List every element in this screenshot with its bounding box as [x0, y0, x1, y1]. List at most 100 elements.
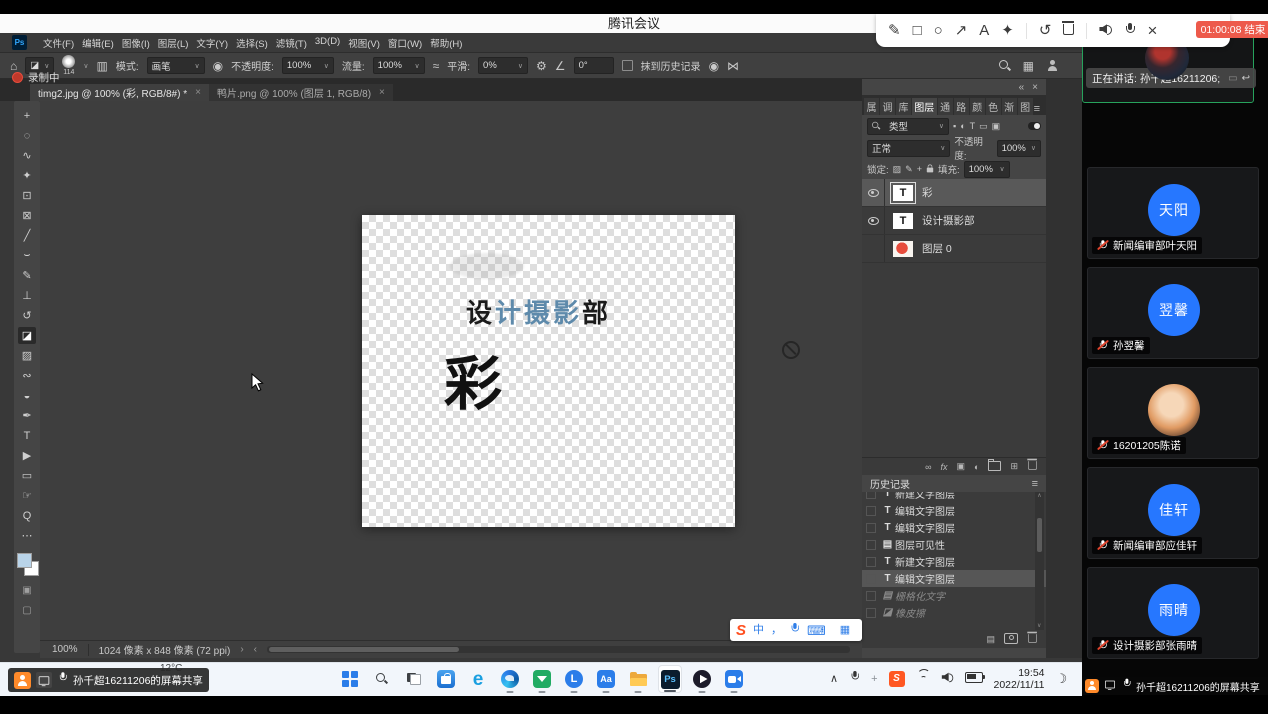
- history-item[interactable]: ▤ 图层可见性: [862, 536, 1046, 553]
- panel-tab[interactable]: 路: [954, 98, 969, 115]
- scroll-right-arrow[interactable]: ›: [240, 644, 243, 655]
- microsoft-store-icon[interactable]: [434, 665, 458, 693]
- history-brush-tool[interactable]: ↺: [18, 307, 36, 324]
- mail-app-icon[interactable]: [530, 665, 554, 693]
- opacity-select[interactable]: 100% ∨: [282, 57, 334, 74]
- mode-select[interactable]: 画笔 ∨: [147, 57, 205, 74]
- document-tab[interactable]: timg2.jpg @ 100% (彩, RGB/8#) * ×: [30, 84, 209, 101]
- new-group-icon[interactable]: [988, 461, 1001, 473]
- scrollbar-thumb[interactable]: [269, 647, 459, 652]
- volume-icon[interactable]: [941, 670, 954, 688]
- scroll-up-icon[interactable]: ∧: [1037, 493, 1041, 499]
- eraser-tool[interactable]: ◪: [18, 327, 36, 344]
- undo-icon[interactable]: ↺: [1039, 23, 1052, 38]
- filter-pixel-icon[interactable]: ▪: [953, 121, 956, 131]
- marquee-tool[interactable]: ◌: [18, 127, 36, 144]
- eyedropper-tool[interactable]: ╱: [18, 227, 36, 244]
- history-source-checkbox[interactable]: [866, 506, 876, 516]
- tray-mic-icon[interactable]: [849, 670, 860, 688]
- menu-item[interactable]: 3D(D): [311, 36, 344, 50]
- layer-visibility-toggle[interactable]: [862, 179, 885, 206]
- layer-visibility-toggle[interactable]: [862, 207, 885, 234]
- toggle-brush-panel-icon[interactable]: ▥: [96, 59, 107, 73]
- foreground-color-swatch[interactable]: [17, 553, 32, 568]
- lock-all-icon[interactable]: [926, 163, 934, 175]
- sogou-logo-icon[interactable]: S: [736, 622, 746, 639]
- close-annotation-icon[interactable]: ×: [1147, 22, 1157, 39]
- menu-item[interactable]: 编辑(E): [78, 36, 118, 50]
- flow-select[interactable]: 100% ∨: [373, 57, 425, 74]
- participant-tile[interactable]: 雨晴 设计摄影部张雨晴: [1087, 567, 1259, 659]
- chinese-mode-icon[interactable]: 中: [753, 625, 764, 636]
- history-source-checkbox[interactable]: [866, 540, 876, 550]
- pressure-opacity-icon[interactable]: ◉: [213, 59, 223, 73]
- frame-tool[interactable]: ⊠: [18, 207, 36, 224]
- dodge-tool[interactable]: ◒: [18, 387, 36, 404]
- color-swatches[interactable]: [17, 553, 37, 579]
- lock-position-icon[interactable]: +: [917, 164, 922, 174]
- rectangle-tool[interactable]: ▭: [18, 467, 36, 484]
- history-item[interactable]: ◪ 橡皮擦: [862, 604, 1046, 621]
- lenovo-browser-icon[interactable]: L: [562, 665, 586, 693]
- menu-item[interactable]: 图像(I): [118, 36, 154, 50]
- media-player-icon[interactable]: [690, 665, 714, 693]
- tab-close-icon[interactable]: ×: [379, 87, 385, 98]
- layer-thumbnail[interactable]: T: [893, 185, 913, 201]
- workspace-layout-icon[interactable]: ▦: [1023, 59, 1034, 73]
- airbrush-icon[interactable]: ≈: [433, 59, 440, 73]
- path-select-tool[interactable]: ▶: [18, 447, 36, 464]
- panel-tab[interactable]: 渐: [1002, 98, 1017, 115]
- document-tab[interactable]: 鸭片.png @ 100% (图层 1, RGB/8) ×: [209, 84, 393, 101]
- layer-row[interactable]: T 彩: [862, 179, 1046, 207]
- battery-icon[interactable]: [965, 670, 983, 688]
- smoothing-select[interactable]: 0% ∨: [478, 57, 528, 74]
- history-item[interactable]: T 新建文字图层: [862, 492, 1046, 502]
- hand-tool[interactable]: ☞: [18, 487, 36, 504]
- filter-type-icon[interactable]: T: [970, 121, 976, 131]
- new-snapshot-camera-icon[interactable]: [1004, 633, 1018, 646]
- scrollbar-thumb[interactable]: [1037, 518, 1042, 552]
- menu-item[interactable]: 窗口(W): [384, 36, 426, 50]
- lock-pixels-icon[interactable]: ✎: [905, 164, 913, 175]
- adjustment-layer-icon[interactable]: ◐: [974, 462, 979, 472]
- close-panel-icon[interactable]: ×: [1032, 82, 1038, 93]
- zoom-level[interactable]: 100%: [52, 644, 78, 655]
- lock-transparency-icon[interactable]: ▨: [893, 164, 902, 175]
- gradient-tool[interactable]: ▨: [18, 347, 36, 364]
- panel-tab[interactable]: 色: [986, 98, 1001, 115]
- panel-tab[interactable]: 属: [864, 98, 879, 115]
- blend-mode-select[interactable]: 正常 ∨: [867, 140, 950, 157]
- panel-menu-icon[interactable]: ≡: [1034, 103, 1046, 115]
- panel-tab[interactable]: 调: [880, 98, 895, 115]
- screen-share-indicator[interactable]: 孙千超16211206的屏幕共享: [8, 668, 209, 692]
- focus-assist-moon-icon[interactable]: ☽: [1056, 671, 1068, 687]
- delete-layer-icon[interactable]: [1027, 460, 1038, 473]
- toast-minimize-icon[interactable]: ▭: [1228, 73, 1237, 84]
- arrow-icon[interactable]: ↗: [955, 23, 968, 38]
- layer-filter-select[interactable]: 类型 ∨: [867, 118, 949, 135]
- canvas-document[interactable]: 设计摄影部 彩: [362, 215, 735, 527]
- menu-item[interactable]: 帮助(H): [426, 36, 466, 50]
- menu-item[interactable]: 滤镜(T): [272, 36, 311, 50]
- menu-item[interactable]: 文字(Y): [192, 36, 232, 50]
- panel-tab[interactable]: 通: [938, 98, 953, 115]
- collapse-panels-icon[interactable]: «: [1019, 82, 1025, 93]
- taskbar-search-icon[interactable]: [370, 665, 394, 693]
- layer-row[interactable]: 图层 0: [862, 235, 1046, 263]
- history-source-checkbox[interactable]: [866, 523, 876, 533]
- history-scrollbar[interactable]: ∧ ∨: [1035, 492, 1044, 630]
- new-layer-icon[interactable]: ⊞: [1010, 461, 1018, 472]
- rectangle-icon[interactable]: □: [913, 23, 922, 38]
- toolbox-icon[interactable]: ▦: [840, 625, 850, 636]
- screen-mode-icon[interactable]: ▢: [18, 602, 36, 619]
- layer-thumbnail[interactable]: [893, 241, 913, 257]
- layer-row[interactable]: T 设计摄影部: [862, 207, 1046, 235]
- panel-tab-layers[interactable]: 图层: [912, 98, 937, 115]
- trash-icon[interactable]: [1063, 23, 1074, 38]
- history-source-checkbox[interactable]: [866, 557, 876, 567]
- workspace-user-icon[interactable]: [1046, 60, 1058, 72]
- clone-stamp-tool[interactable]: ⊥: [18, 287, 36, 304]
- pencil-icon[interactable]: ✎: [888, 23, 901, 38]
- filter-adjustment-icon[interactable]: ◐: [960, 121, 965, 131]
- history-item[interactable]: T 新建文字图层: [862, 553, 1046, 570]
